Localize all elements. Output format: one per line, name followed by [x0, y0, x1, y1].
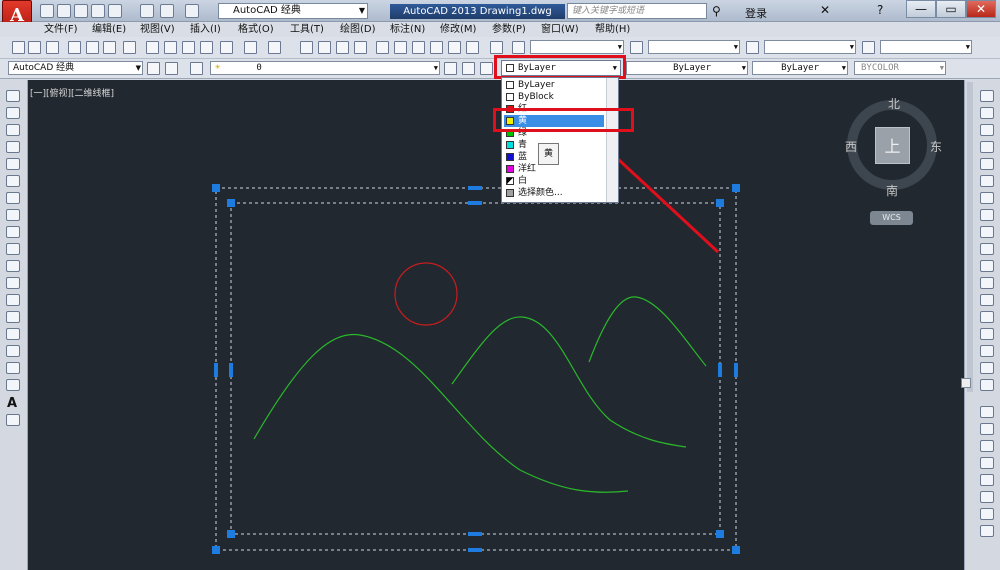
leader-to-front-icon[interactable] — [980, 508, 994, 520]
explode-icon[interactable] — [980, 379, 994, 391]
grip-mid[interactable] — [468, 186, 482, 190]
grip-mid[interactable] — [468, 201, 482, 205]
trim-icon[interactable] — [980, 243, 994, 255]
dropdown-scrollbar[interactable] — [606, 78, 618, 202]
array-icon[interactable] — [980, 158, 994, 170]
outer-frame[interactable] — [215, 187, 737, 551]
drawing-svg — [212, 100, 937, 554]
grip-mid[interactable] — [229, 363, 233, 377]
text-to-front-icon[interactable] — [980, 474, 994, 486]
color-swatch — [506, 141, 514, 149]
color-option-label: 选择颜色... — [518, 188, 563, 198]
grip-mid[interactable] — [214, 363, 218, 377]
wcs-menu-button[interactable]: WCS — [870, 211, 913, 225]
copy-object-icon[interactable] — [980, 107, 994, 119]
yellow-option-highlight — [493, 108, 634, 132]
compass-east[interactable]: 东 — [930, 138, 942, 155]
color-option-label: ByBlock — [518, 92, 554, 102]
grip-corner[interactable] — [227, 530, 235, 538]
mountain-curve-2[interactable] — [451, 316, 687, 448]
color-option-label: 蓝 — [518, 152, 528, 162]
blend-icon[interactable] — [980, 362, 994, 374]
break-at-point-icon[interactable] — [980, 277, 994, 289]
erase-icon[interactable] — [980, 90, 994, 102]
grip-mid[interactable] — [718, 363, 722, 377]
extend-icon[interactable] — [980, 260, 994, 272]
hatch-to-back-icon[interactable] — [980, 525, 994, 537]
grip-corner[interactable] — [732, 184, 740, 192]
grip-corner[interactable] — [212, 546, 220, 554]
fillet-icon[interactable] — [980, 345, 994, 357]
color-swatch — [506, 177, 514, 185]
compass-north[interactable]: 北 — [888, 95, 900, 112]
color-dropdown-list[interactable]: ByLayer ByBlock 红 黄 绿 青 蓝 洋红 白 选择颜色... — [501, 77, 619, 203]
color-swatch — [506, 153, 514, 161]
move-icon[interactable] — [980, 175, 994, 187]
color-option-label: 洋红 — [518, 164, 537, 174]
grip-mid[interactable] — [468, 532, 482, 536]
color-option-label: ByLayer — [518, 80, 555, 90]
mountain-curve-3[interactable] — [588, 296, 707, 367]
dim-to-front-icon[interactable] — [980, 491, 994, 503]
color-option-label: 白 — [518, 176, 528, 186]
vertical-scrollbar[interactable] — [967, 82, 973, 392]
color-option-select-color[interactable]: 选择颜色... — [504, 187, 604, 199]
draworder-under-icon[interactable] — [980, 457, 994, 469]
grip-corner[interactable] — [212, 184, 220, 192]
join-icon[interactable] — [980, 311, 994, 323]
grip-mid[interactable] — [734, 363, 738, 377]
draworder-above-icon[interactable] — [980, 440, 994, 452]
color-swatch — [506, 165, 514, 173]
rotate-icon[interactable] — [980, 192, 994, 204]
mountain-curve-1[interactable] — [253, 333, 629, 493]
color-option-white[interactable]: 白 — [504, 175, 604, 187]
scale-icon[interactable] — [980, 209, 994, 221]
color-option-label: 青 — [518, 140, 528, 150]
color-option-bylayer[interactable]: ByLayer — [504, 79, 604, 91]
grip-corner[interactable] — [716, 530, 724, 538]
grip-corner[interactable] — [716, 199, 724, 207]
color-swatch — [506, 93, 514, 101]
color-swatch — [506, 189, 514, 197]
viewcube-top-face[interactable]: 上 — [875, 127, 910, 164]
color-tooltip: 黄 — [538, 143, 559, 165]
color-swatch — [506, 81, 514, 89]
grip-corner[interactable] — [227, 199, 235, 207]
break-icon[interactable] — [980, 294, 994, 306]
inner-frame[interactable] — [230, 202, 721, 535]
scroll-thumb[interactable] — [961, 378, 971, 388]
offset-icon[interactable] — [980, 141, 994, 153]
compass-west[interactable]: 西 — [845, 138, 857, 155]
chamfer-icon[interactable] — [980, 328, 994, 340]
draworder-front-icon[interactable] — [980, 406, 994, 418]
grip-corner[interactable] — [732, 546, 740, 554]
compass-south[interactable]: 南 — [886, 182, 898, 199]
stretch-icon[interactable] — [980, 226, 994, 238]
color-option-byblock[interactable]: ByBlock — [504, 91, 604, 103]
grip-mid[interactable] — [468, 548, 482, 552]
sun-circle[interactable] — [394, 262, 458, 326]
mirror-icon[interactable] — [980, 124, 994, 136]
draworder-back-icon[interactable] — [980, 423, 994, 435]
